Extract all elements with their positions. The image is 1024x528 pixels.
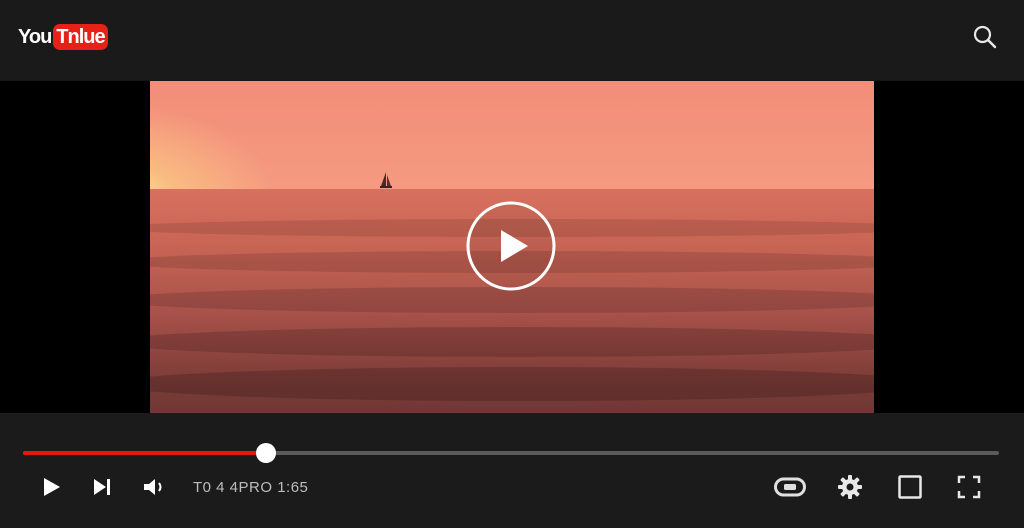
next-button[interactable] — [89, 473, 115, 501]
wave — [150, 327, 874, 357]
miniplayer-button[interactable] — [896, 473, 924, 501]
volume-icon — [144, 479, 162, 495]
logo-text-box: Tnlue — [53, 24, 108, 50]
volume-button[interactable] — [140, 473, 170, 501]
captions-icon — [774, 477, 806, 497]
play-button[interactable] — [38, 473, 64, 501]
logo-text-you: You — [18, 25, 52, 48]
progress-scrubber-handle[interactable] — [256, 443, 276, 463]
play-icon — [44, 478, 60, 496]
square-icon — [898, 475, 922, 499]
youtube-logo[interactable]: You Tnlue — [18, 22, 108, 52]
time-display: T0 4 4PRO 1:65 — [193, 479, 309, 496]
progress-played — [23, 451, 266, 455]
search-icon — [973, 25, 997, 49]
video-player-page: You Tnlue T0 4 4PRO 1:65 — [0, 0, 1024, 528]
center-play-button[interactable] — [466, 201, 556, 291]
search-button[interactable] — [968, 20, 1002, 54]
skip-next-icon — [94, 479, 110, 495]
video-frame[interactable] — [150, 81, 874, 413]
video-area[interactable] — [0, 81, 1024, 413]
fullscreen-icon — [957, 475, 981, 499]
player-controls: T0 4 4PRO 1:65 — [0, 413, 1024, 528]
sailboat-silhouette — [380, 172, 392, 188]
captions-button[interactable] — [773, 473, 807, 501]
progress-bar[interactable] — [23, 443, 999, 463]
top-header: You Tnlue — [0, 0, 1024, 80]
settings-button[interactable] — [836, 473, 864, 501]
gear-icon — [838, 475, 862, 499]
play-circle-icon — [466, 201, 556, 291]
wave — [150, 367, 874, 401]
fullscreen-button[interactable] — [955, 473, 983, 501]
